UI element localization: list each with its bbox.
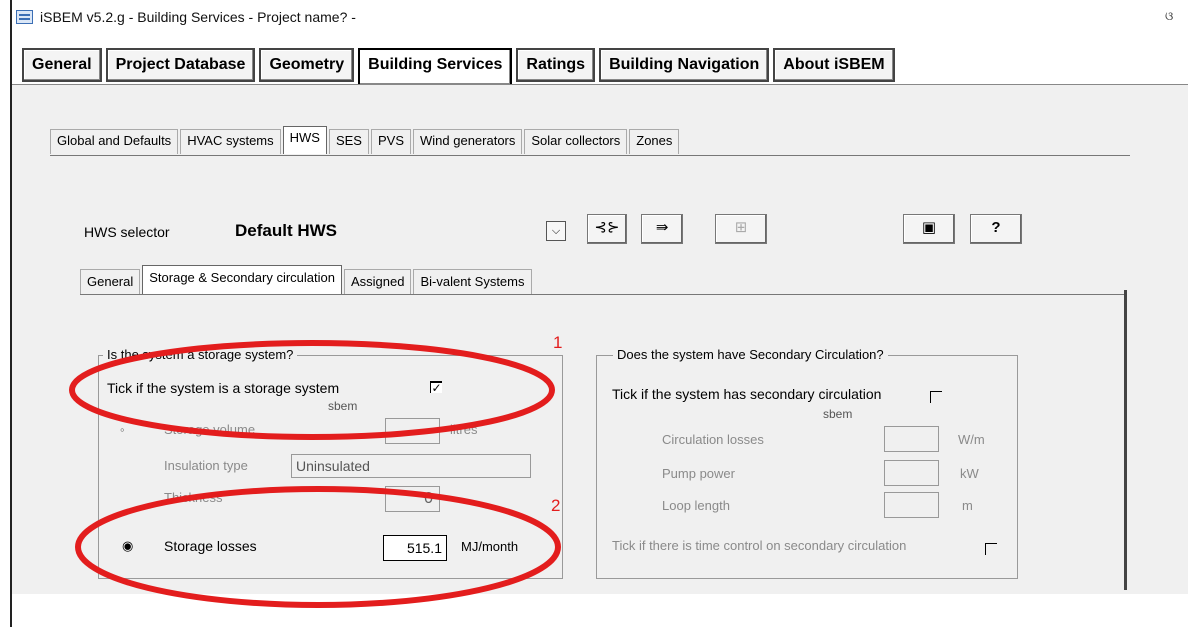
loop-length-label: Loop length [662, 498, 730, 513]
subtab-hvac-systems[interactable]: HVAC systems [180, 129, 281, 154]
close-icon[interactable]: ଓ [1165, 9, 1173, 24]
time-control-label: Tick if there is time control on seconda… [612, 538, 907, 553]
losses-label: Storage losses [164, 538, 257, 554]
hws-selector-label: HWS selector [84, 224, 170, 240]
innertab-general[interactable]: General [80, 269, 141, 294]
database-button[interactable]: ▣ [903, 214, 955, 244]
subtab-zones[interactable]: Zones [629, 129, 680, 154]
volume-field[interactable] [385, 418, 440, 444]
inner-tab-divider [80, 294, 1124, 295]
secondary-group-title: Does the system have Secondary Circulati… [613, 347, 888, 362]
sub-tab-divider [50, 155, 1130, 156]
volume-radio[interactable]: ◦ [120, 422, 125, 437]
help-button[interactable]: ? [970, 214, 1022, 244]
tab-ratings[interactable]: Ratings [516, 48, 596, 82]
storage-tick-label: Tick if the system is a storage system [107, 380, 340, 396]
loop-length-field[interactable] [884, 492, 939, 518]
time-control-checkbox[interactable] [985, 543, 997, 555]
innertab-storage-secondary[interactable]: Storage & Secondary circulation [142, 265, 342, 294]
insulation-label: Insulation type [164, 458, 248, 473]
secondary-tick-label: Tick if the system has secondary circula… [612, 386, 882, 402]
hws-selector-value[interactable]: Default HWS [235, 221, 337, 241]
copy-hws-button[interactable]: ⊰⊱ [587, 214, 627, 244]
subtab-ses[interactable]: SES [328, 129, 369, 154]
annotation-marker-2: 2 [551, 496, 561, 515]
innertab-bivalent[interactable]: Bi-valent Systems [413, 269, 532, 294]
delete-hws-button[interactable]: ⊞ [715, 214, 767, 244]
subtab-pvs[interactable]: PVS [370, 129, 411, 154]
volume-label: Storage volume [164, 422, 256, 437]
storage-group-title: Is the system a storage system? [103, 347, 298, 362]
sub-tab-bar: Global and Defaults HVAC systems HWS SES… [50, 126, 681, 154]
app-icon [16, 10, 33, 24]
subtab-global-defaults[interactable]: Global and Defaults [50, 129, 179, 154]
tab-building-services[interactable]: Building Services [358, 48, 513, 84]
tab-geometry[interactable]: Geometry [259, 48, 355, 82]
innertab-assigned[interactable]: Assigned [343, 269, 412, 294]
circ-losses-field[interactable] [884, 426, 939, 452]
add-hws-button[interactable]: ⇛ [641, 214, 683, 244]
losses-radio[interactable]: ◉ [122, 538, 133, 554]
pump-power-unit: kW [960, 466, 979, 481]
insulation-select[interactable]: Uninsulated [291, 454, 531, 478]
tab-about-isbem[interactable]: About iSBEM [773, 48, 895, 82]
annotation-marker-1: 1 [553, 333, 563, 352]
tab-project-database[interactable]: Project Database [105, 48, 256, 82]
circ-losses-unit: W/m [958, 432, 985, 447]
tab-general[interactable]: General [22, 48, 102, 82]
window-title: iSBEM v5.2.g - Building Services - Proje… [40, 9, 356, 25]
secondary-sbem-label: sbem [823, 407, 853, 421]
pump-power-field[interactable] [884, 460, 939, 486]
tab-building-navigation[interactable]: Building Navigation [599, 48, 770, 82]
thickness-label: Thickness [164, 490, 223, 505]
subtab-solar-collectors[interactable]: Solar collectors [524, 129, 628, 154]
volume-unit: litres [450, 422, 478, 437]
pump-power-label: Pump power [662, 466, 735, 481]
storage-sbem-label: sbem [328, 399, 358, 413]
secondary-checkbox[interactable] [930, 391, 942, 403]
circ-losses-label: Circulation losses [662, 432, 764, 447]
losses-field[interactable]: 515.1 [383, 535, 447, 561]
hws-dropdown-icon[interactable]: ⌵ [546, 221, 566, 241]
losses-unit: MJ/month [461, 539, 519, 554]
thickness-field[interactable]: 0 [385, 486, 440, 512]
bottom-strip [12, 594, 1188, 627]
storage-checkbox[interactable]: ✓ [430, 381, 442, 394]
main-tab-bar: General Project Database Geometry Buildi… [22, 48, 895, 84]
subtab-hws[interactable]: HWS [282, 126, 327, 154]
inner-tab-bar: General Storage & Secondary circulation … [80, 265, 534, 294]
panel-edge [1124, 290, 1127, 590]
loop-length-unit: m [962, 498, 973, 513]
subtab-wind-generators[interactable]: Wind generators [413, 129, 523, 154]
